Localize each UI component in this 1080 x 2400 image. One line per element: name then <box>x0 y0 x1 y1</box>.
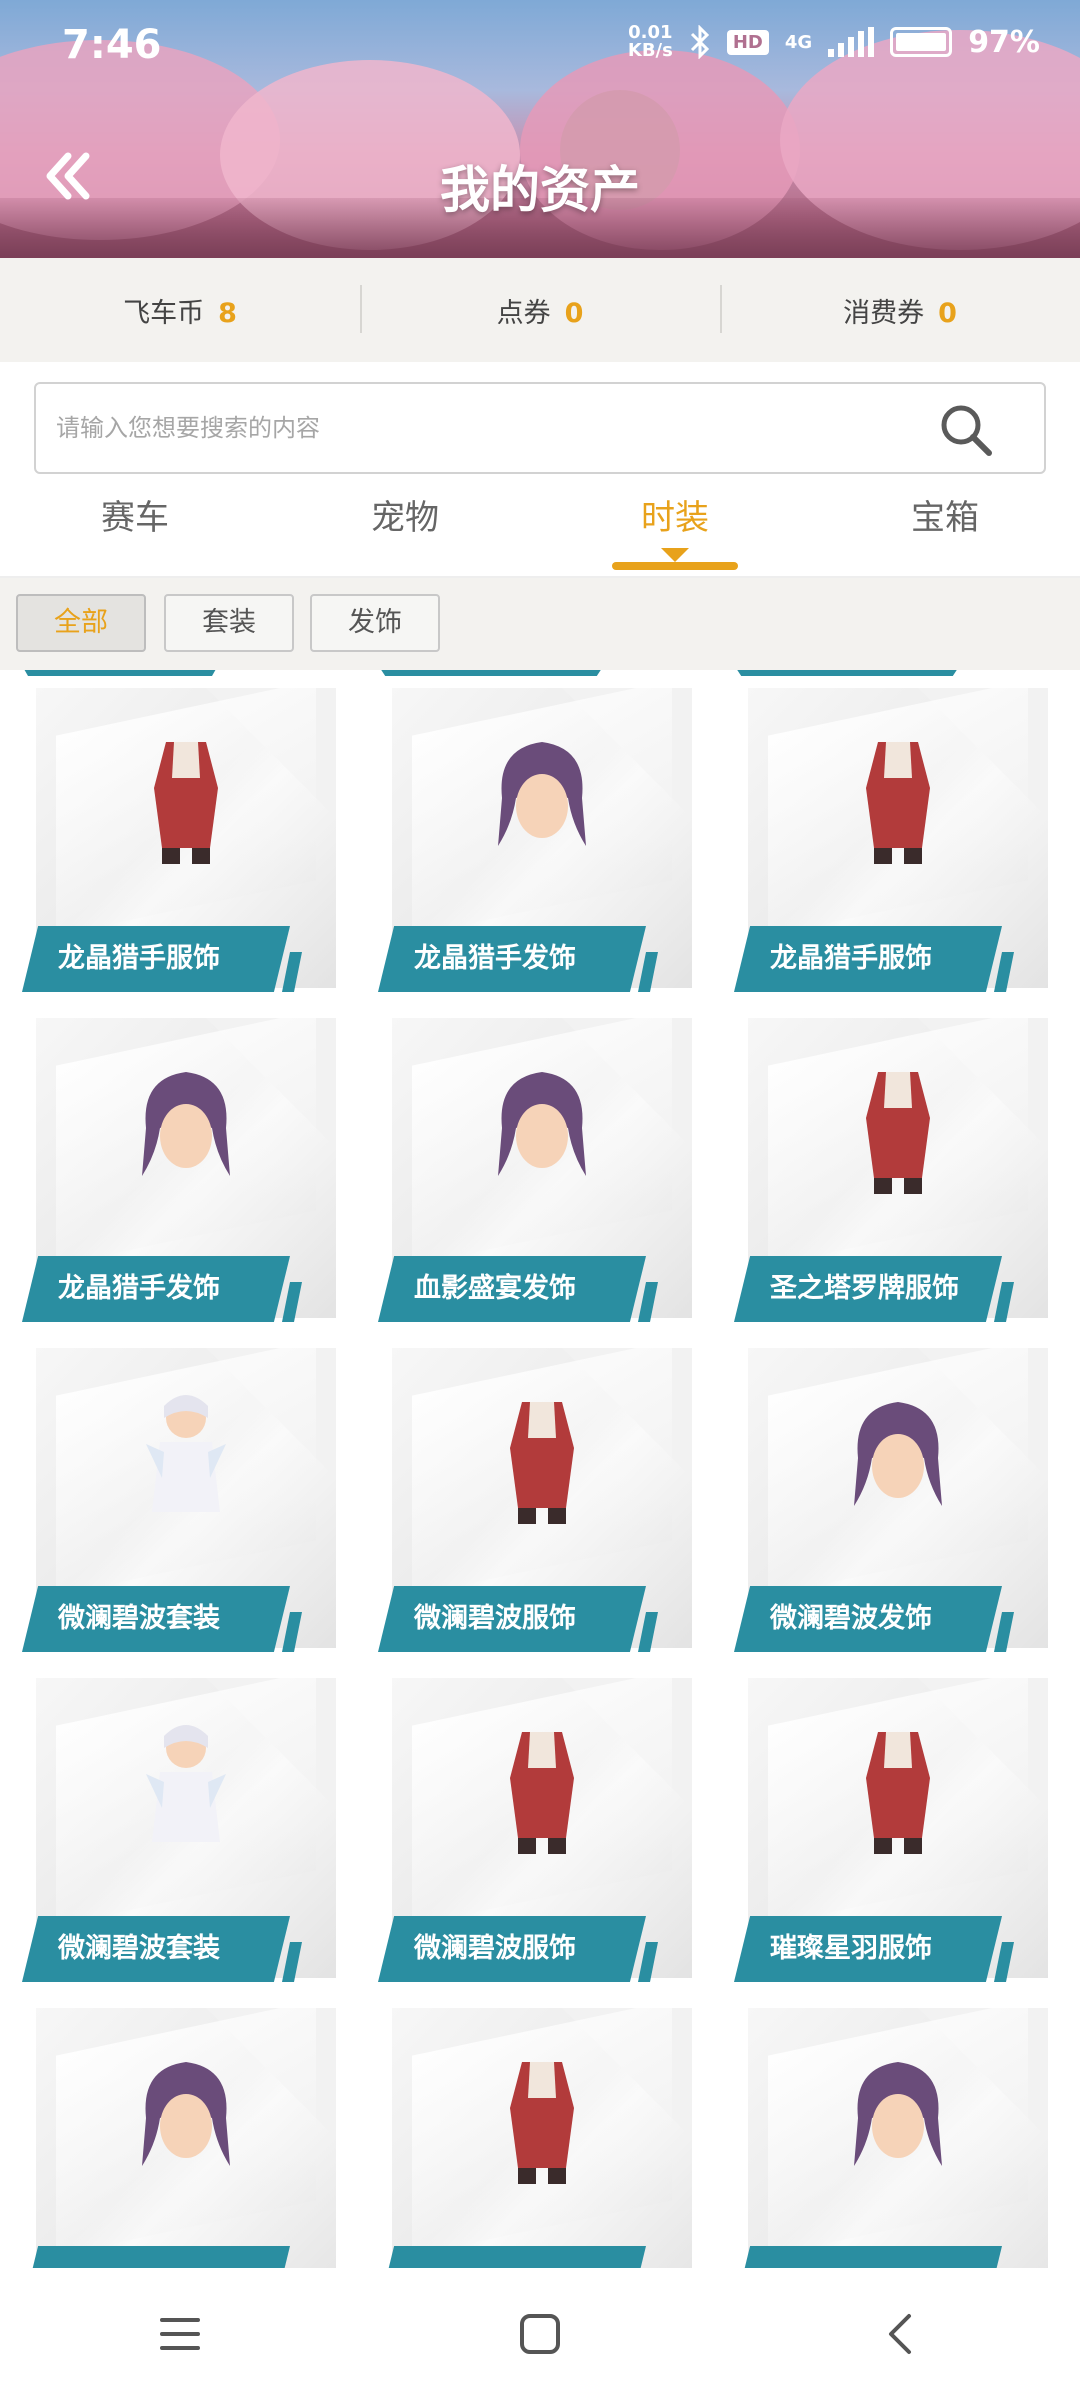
item-illustration-hair <box>838 1388 958 1528</box>
previous-row-label <box>376 670 606 676</box>
item-illustration-suit <box>126 1388 246 1528</box>
item-illustration-hair <box>126 1058 246 1198</box>
currency-dianquan: 点券 0 <box>360 284 720 333</box>
tab-label: 宠物 <box>371 498 439 538</box>
previous-row-label <box>732 670 962 676</box>
item-label: 龙晶猎手服饰 <box>22 926 290 992</box>
battery-icon <box>890 27 953 57</box>
currency-voucher: 消费券 0 <box>720 284 1080 333</box>
category-tabs: 赛车 宠物 时装 宝箱 <box>0 486 1080 578</box>
item-illustration-outfit <box>838 1718 958 1858</box>
item-label: 微澜碧波服饰 <box>378 1586 646 1652</box>
home-square-icon <box>520 2314 560 2354</box>
tab-fashion[interactable]: 时装 <box>540 486 810 576</box>
item-card[interactable] <box>378 2008 692 2268</box>
item-card[interactable]: 微澜碧波服饰 <box>378 1348 692 1652</box>
hd-badge: HD <box>726 29 769 55</box>
active-tab-indicator <box>612 562 738 570</box>
item-label: 龙晶猎手发饰 <box>378 926 646 992</box>
tab-chests[interactable]: 宝箱 <box>810 486 1080 576</box>
item-illustration-outfit <box>482 2048 602 2188</box>
back-chevron-icon <box>889 2314 911 2354</box>
item-grid: 龙晶猎手服饰 龙晶猎手发饰 龙晶猎手服饰 龙晶猎手发饰 血影盛宴发饰 圣之塔罗牌服饰 微澜碧… <box>0 670 1080 2268</box>
status-icons: 0.01 KB/s HD 4G 97% <box>628 24 1040 60</box>
item-card[interactable] <box>22 2008 336 2268</box>
currency-label: 飞车币 <box>123 297 205 329</box>
currency-bar: 飞车币 8 点券 0 消费券 0 <box>0 258 1080 362</box>
item-illustration-suit <box>126 1718 246 1858</box>
item-card[interactable]: 龙晶猎手服饰 <box>22 688 336 992</box>
item-illustration-outfit <box>838 728 958 868</box>
item-illustration-outfit <box>482 1388 602 1528</box>
item-label: 微澜碧波套装 <box>22 1916 290 1982</box>
item-label <box>22 2246 290 2268</box>
search-icon[interactable] <box>938 402 994 458</box>
item-card[interactable] <box>734 2008 1048 2268</box>
filter-suits[interactable]: 套装 <box>164 594 294 652</box>
search-input[interactable] <box>56 384 936 472</box>
item-card[interactable]: 圣之塔罗牌服饰 <box>734 1018 1048 1322</box>
currency-feiche-coin: 飞车币 8 <box>0 291 360 330</box>
search-box <box>34 382 1046 474</box>
item-illustration-outfit <box>126 728 246 868</box>
currency-label: 点券 <box>496 297 551 329</box>
item-label: 微澜碧波发饰 <box>734 1586 1002 1652</box>
tab-label: 时装 <box>641 498 709 538</box>
page-title: 我的资产 <box>440 161 640 219</box>
item-card[interactable]: 微澜碧波发饰 <box>734 1348 1048 1652</box>
currency-value: 0 <box>938 297 957 329</box>
item-card[interactable]: 微澜碧波套装 <box>22 1678 336 1982</box>
item-label: 圣之塔罗牌服饰 <box>734 1256 1002 1322</box>
status-time: 7:46 <box>62 22 162 68</box>
item-label: 微澜碧波服饰 <box>378 1916 646 1982</box>
item-illustration-outfit <box>838 1058 958 1198</box>
nav-back-button[interactable] <box>860 2294 940 2374</box>
header-banner: 7:46 0.01 KB/s HD 4G 97% 我的资产 <box>0 0 1080 258</box>
item-illustration-outfit <box>482 1718 602 1858</box>
item-card[interactable]: 龙晶猎手发饰 <box>22 1018 336 1322</box>
item-label: 龙晶猎手发饰 <box>22 1256 290 1322</box>
net-speed-unit: KB/s <box>627 40 673 61</box>
currency-value: 8 <box>218 297 237 329</box>
item-label <box>378 2246 646 2268</box>
currency-value: 0 <box>564 297 584 329</box>
tab-label: 赛车 <box>101 498 169 538</box>
item-illustration-hair <box>482 1058 602 1198</box>
item-card[interactable]: 龙晶猎手服饰 <box>734 688 1048 992</box>
currency-label: 消费券 <box>843 297 925 329</box>
filter-hair[interactable]: 发饰 <box>310 594 440 652</box>
item-illustration-hair <box>126 2048 246 2188</box>
system-nav-bar <box>0 2268 1080 2400</box>
battery-level: 97% <box>968 24 1040 60</box>
tab-label: 宝箱 <box>911 498 979 538</box>
item-label <box>734 2246 1002 2268</box>
item-card[interactable]: 璀璨星羽服饰 <box>734 1678 1048 1982</box>
item-card[interactable]: 微澜碧波套装 <box>22 1348 336 1652</box>
bluetooth-icon <box>690 25 709 59</box>
item-card[interactable]: 龙晶猎手发饰 <box>378 688 692 992</box>
tab-cars[interactable]: 赛车 <box>0 486 270 576</box>
network-type: 4G <box>784 31 813 53</box>
filter-all[interactable]: 全部 <box>16 594 146 652</box>
menu-icon <box>160 2318 200 2350</box>
item-label: 龙晶猎手服饰 <box>734 926 1002 992</box>
item-illustration-hair <box>838 2048 958 2188</box>
net-speed: 0.01 KB/s <box>628 24 673 60</box>
item-card[interactable]: 微澜碧波服饰 <box>378 1678 692 1982</box>
item-card[interactable]: 血影盛宴发饰 <box>378 1018 692 1322</box>
menu-button[interactable] <box>140 2294 220 2374</box>
home-button[interactable] <box>500 2294 580 2374</box>
filter-bar: 全部 套装 发饰 <box>0 578 1080 670</box>
signal-icon <box>828 27 875 57</box>
item-label: 血影盛宴发饰 <box>378 1256 646 1322</box>
status-bar: 7:46 0.01 KB/s HD 4G 97% <box>0 0 1080 90</box>
item-label: 璀璨星羽服饰 <box>734 1916 1002 1982</box>
item-illustration-hair <box>482 728 602 868</box>
item-label: 微澜碧波套装 <box>22 1586 290 1652</box>
previous-row-label <box>20 670 220 676</box>
tab-pets[interactable]: 宠物 <box>270 486 540 576</box>
